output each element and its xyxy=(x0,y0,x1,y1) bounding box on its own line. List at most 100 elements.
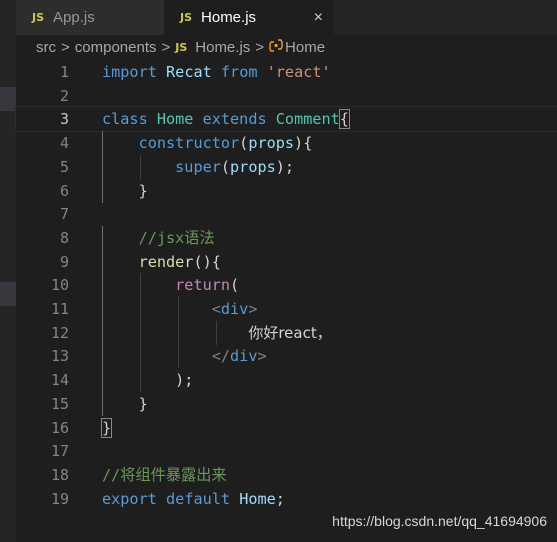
line-number: 8 xyxy=(59,229,69,247)
code-token: } xyxy=(100,418,113,438)
line-number: 9 xyxy=(59,253,69,271)
breadcrumb-item-components[interactable]: components xyxy=(75,39,157,56)
code-token: > xyxy=(248,300,258,318)
close-icon[interactable]: × xyxy=(314,9,323,27)
code-token: ( xyxy=(220,158,231,176)
line-number: 6 xyxy=(59,182,69,200)
code-text: ); xyxy=(102,368,193,392)
code-token: import xyxy=(102,63,157,81)
tab-label: Home.js xyxy=(201,9,257,26)
code-token: div xyxy=(230,347,258,365)
tab-home-js[interactable]: JS Home.js × xyxy=(164,0,334,35)
code-text: render(){ xyxy=(102,250,221,274)
code-token: default xyxy=(166,490,231,508)
code-line[interactable]: 18 //将组件暴露出来 xyxy=(16,463,557,487)
code-token: render xyxy=(138,253,194,271)
code-line[interactable]: 16} xyxy=(16,416,557,440)
code-line[interactable]: 10 return( xyxy=(16,273,557,297)
code-text: class Home extends Comment{ xyxy=(102,107,350,131)
breadcrumb-item-file[interactable]: Home.js xyxy=(195,39,250,56)
chevron-right-icon: > xyxy=(61,39,70,56)
code-text: } xyxy=(102,392,148,416)
code-line[interactable]: 15 } xyxy=(16,392,557,416)
code-text: } xyxy=(102,179,148,203)
code-token: //jsx语法 xyxy=(138,229,215,247)
code-token: ); xyxy=(275,158,295,176)
activity-gutter xyxy=(0,0,16,542)
tab-app-js[interactable]: JS App.js xyxy=(16,0,164,35)
code-line[interactable]: 9 render(){ xyxy=(16,250,557,274)
code-line[interactable]: 7 xyxy=(16,202,557,226)
code-text: import Recat from 'react' xyxy=(102,60,331,84)
code-line[interactable]: 11 <div> xyxy=(16,297,557,321)
line-number: 2 xyxy=(59,87,69,105)
code-line[interactable]: 19 export default Home; xyxy=(16,487,557,511)
tab-label: App.js xyxy=(53,9,95,26)
breadcrumb-item-src[interactable]: src xyxy=(36,39,56,56)
breadcrumb-item-symbol[interactable]: Home xyxy=(285,39,325,56)
code-text: export default Home; xyxy=(102,487,285,511)
line-number: 3 xyxy=(59,110,69,128)
code-token: div xyxy=(220,300,249,318)
code-line[interactable]: 17 xyxy=(16,439,557,463)
line-number: 12 xyxy=(50,324,69,342)
code-text: //jsx语法 xyxy=(102,226,215,250)
code-text: 你好react， xyxy=(102,321,332,345)
line-number: 16 xyxy=(50,419,69,437)
code-token: </ xyxy=(211,347,231,365)
code-line[interactable]: 14 ); xyxy=(16,368,557,392)
code-text: </div> xyxy=(102,344,267,368)
line-number: 15 xyxy=(50,395,69,413)
code-token: > xyxy=(257,347,267,365)
js-file-icon: JS xyxy=(175,41,188,54)
code-token: ; xyxy=(275,490,285,508)
js-file-icon: JS xyxy=(180,11,193,24)
line-number: 11 xyxy=(50,300,69,318)
class-icon xyxy=(269,39,283,56)
code-token: constructor xyxy=(138,134,240,152)
code-line[interactable]: 6 } xyxy=(16,179,557,203)
code-token: extends xyxy=(202,110,267,128)
breadcrumb: src > components > JS Home.js > Home xyxy=(36,35,325,60)
code-token: class xyxy=(102,110,148,128)
code-line[interactable]: 5 super(props); xyxy=(16,155,557,179)
code-token: 你好react， xyxy=(248,324,332,342)
gutter-marker xyxy=(0,282,16,306)
code-token: Home xyxy=(156,110,194,128)
chevron-right-icon: > xyxy=(161,39,171,56)
code-token: props xyxy=(248,134,295,152)
code-line[interactable]: 13 </div> xyxy=(16,344,557,368)
line-number: 5 xyxy=(59,158,69,176)
code-text: super(props); xyxy=(102,155,294,179)
code-token: export xyxy=(102,490,157,508)
code-line[interactable]: 1 import Recat from 'react' xyxy=(16,60,557,84)
gutter-marker xyxy=(0,87,16,111)
code-editor[interactable]: 1 import Recat from 'react' 2 3 class Home e… xyxy=(15,60,557,542)
line-number: 4 xyxy=(59,134,69,152)
code-text: constructor(props){ xyxy=(102,131,313,155)
code-token: Comment xyxy=(275,110,340,128)
code-text: return( xyxy=(102,273,239,297)
code-line[interactable]: 4 constructor(props){ xyxy=(16,131,557,155)
code-line[interactable]: 8 //jsx语法 xyxy=(16,226,557,250)
watermark: https://blog.csdn.net/qq_41694906 xyxy=(332,513,547,529)
code-line[interactable]: 3 class Home extends Comment{ xyxy=(15,106,557,132)
line-number: 10 xyxy=(50,276,69,294)
code-line[interactable]: 2 xyxy=(16,84,557,108)
line-number: 7 xyxy=(59,205,69,223)
code-line[interactable]: 12 你好react， xyxy=(16,321,557,345)
code-token: 'react' xyxy=(266,63,331,81)
code-token: ){ xyxy=(294,134,313,152)
code-token: super xyxy=(175,158,221,176)
code-token: from xyxy=(220,63,258,81)
